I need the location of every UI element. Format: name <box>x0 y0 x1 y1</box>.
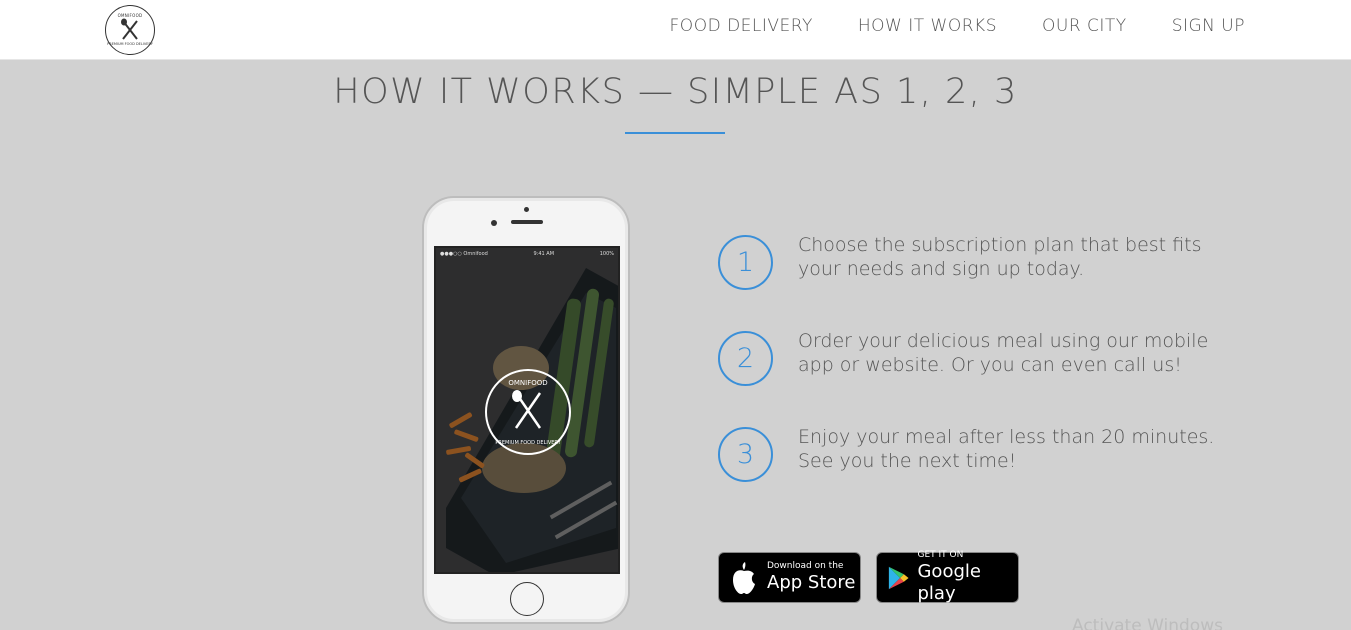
phone-logo-bottom: PREMIUM FOOD DELIVERY <box>495 440 561 446</box>
phone-speaker <box>511 220 543 224</box>
step-3: 3 Enjoy your meal after less than 20 min… <box>718 425 1238 485</box>
nav-our-city[interactable]: OUR CITY <box>1042 16 1127 36</box>
food-plate-image: OMNIFOOD PREMIUM FOOD DELIVERY <box>436 248 618 572</box>
status-battery: 100% <box>599 251 614 257</box>
step-number: 1 <box>718 235 773 290</box>
top-navigation: OMNIFOOD PREMIUM FOOD DELIVERY FOOD DELI… <box>0 0 1351 60</box>
activate-windows-watermark: Activate Windows <box>1072 616 1223 630</box>
nav-how-it-works[interactable]: HOW IT WORKS <box>858 16 997 36</box>
step-text: Choose the subscription plan that best f… <box>798 234 1202 280</box>
status-carrier: ●●●○○ Omnifood <box>440 251 488 257</box>
apple-icon <box>733 561 755 594</box>
google-play-badge[interactable]: GET IT ON Google play <box>876 550 1019 605</box>
step-number: 3 <box>718 427 773 482</box>
google-play-icon <box>888 566 909 589</box>
section-title: HOW IT WORKS — SIMPLE AS 1, 2, 3 <box>333 72 1018 112</box>
app-store-badge[interactable]: Download on the App Store <box>718 552 861 603</box>
logo-bottom-text: PREMIUM FOOD DELIVERY <box>107 42 153 46</box>
app-screen: OMNIFOOD PREMIUM FOOD DELIVERY ●●●○○ Omn… <box>434 246 620 574</box>
step-text: Enjoy your meal after less than 20 minut… <box>798 426 1215 472</box>
nav-sign-up[interactable]: SIGN UP <box>1172 16 1245 36</box>
app-store-line1: Download on the <box>767 561 844 571</box>
status-time: 9:41 AM <box>533 251 555 257</box>
app-store-line2: App Store <box>767 572 856 593</box>
phone-status-bar: ●●●○○ Omnifood 9:41 AM 100% <box>436 248 618 260</box>
nav-links: FOOD DELIVERY HOW IT WORKS OUR CITY SIGN… <box>670 16 1245 36</box>
phone-camera <box>491 220 497 226</box>
step-1: 1 Choose the subscription plan that best… <box>718 233 1238 293</box>
phone-logo-top: OMNIFOOD <box>508 379 547 387</box>
omnifood-logo[interactable]: OMNIFOOD PREMIUM FOOD DELIVERY <box>105 5 155 55</box>
phone-sensor <box>524 207 529 212</box>
step-number: 2 <box>718 331 773 386</box>
google-play-line2: Google play <box>917 561 981 604</box>
phone-home-button <box>510 582 544 616</box>
step-text: Order your delicious meal using our mobi… <box>798 330 1209 376</box>
title-underline <box>625 132 725 134</box>
google-play-line1: GET IT ON <box>917 550 964 560</box>
fork-knife-icon <box>121 18 138 40</box>
nav-food-delivery[interactable]: FOOD DELIVERY <box>670 16 813 36</box>
app-store-text: Download on the App Store <box>767 561 855 594</box>
google-play-text: GET IT ON Google play <box>917 550 1018 605</box>
step-2: 2 Order your delicious meal using our mo… <box>718 329 1238 389</box>
phone-mockup: OMNIFOOD PREMIUM FOOD DELIVERY ●●●○○ Omn… <box>422 196 630 624</box>
